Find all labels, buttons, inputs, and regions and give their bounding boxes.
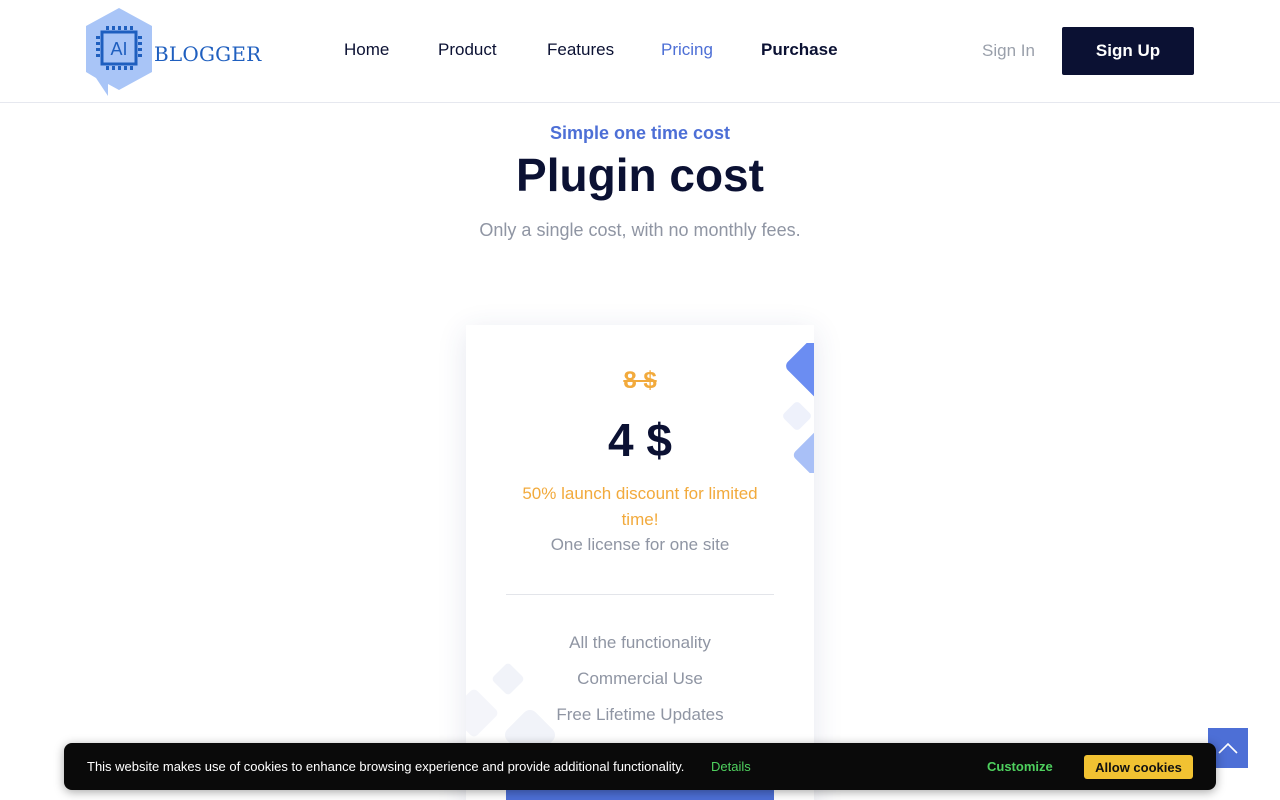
sign-up-button[interactable]: Sign Up	[1062, 27, 1194, 75]
nav-item-pricing[interactable]: Pricing	[661, 40, 713, 60]
nav-item-features[interactable]: Features	[547, 40, 614, 60]
site-logo[interactable]: AI BLOGGER	[86, 8, 266, 96]
license-info: One license for one site	[550, 535, 730, 554]
original-price: 8 $	[623, 367, 657, 394]
nav-item-purchase[interactable]: Purchase	[761, 40, 838, 60]
feature-item: Commercial Use	[577, 669, 703, 688]
nav-item-home[interactable]: Home	[344, 40, 389, 60]
logo-text: BLOGGER	[154, 42, 262, 66]
ai-chip-hexagon-icon: AI	[86, 8, 152, 96]
section-kicker: Simple one time cost	[549, 123, 731, 143]
current-price: 4 $	[608, 414, 672, 466]
cookie-banner: This website makes use of cookies to enh…	[64, 743, 1216, 790]
discount-note: 50% launch discount for limited time!	[522, 484, 758, 529]
chevron-up-icon	[1218, 742, 1238, 754]
feature-item: All the functionality	[569, 633, 711, 652]
site-header: AI BLOGGER Home Product Features Pricing…	[0, 0, 1280, 103]
feature-item: Free Lifetime Updates	[556, 705, 724, 724]
cookie-customize-button[interactable]: Customize	[987, 759, 1053, 774]
page-subtitle: Only a single cost, with no monthly fees…	[479, 220, 801, 240]
allow-cookies-button[interactable]: Allow cookies	[1084, 755, 1193, 779]
cookie-details-link[interactable]: Details	[711, 759, 751, 774]
page-title: Plugin cost	[516, 149, 764, 201]
sign-in-link[interactable]: Sign In	[982, 41, 1035, 61]
cookie-message: This website makes use of cookies to enh…	[87, 759, 685, 774]
nav-item-product[interactable]: Product	[438, 40, 497, 60]
pricing-card: 8 $ 4 $ 50% launch discount for limited …	[466, 325, 814, 800]
logo-badge: AI	[110, 39, 127, 59]
card-divider	[506, 594, 774, 595]
